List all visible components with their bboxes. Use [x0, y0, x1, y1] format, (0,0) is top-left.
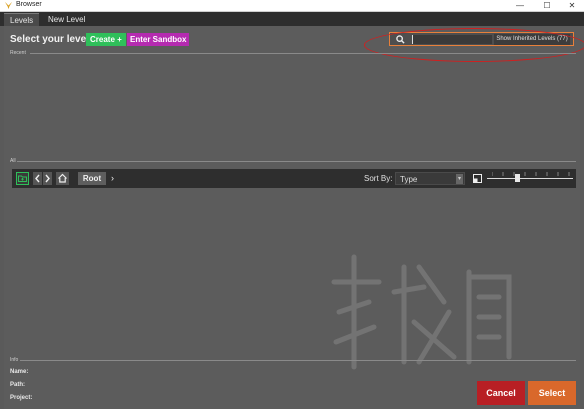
- info-name-label: Name:: [10, 369, 29, 375]
- sort-by-label: Sort By:: [364, 174, 393, 183]
- slider-ticks: [492, 172, 570, 176]
- minimize-button[interactable]: —: [508, 0, 532, 12]
- maximize-button[interactable]: ☐: [535, 0, 559, 12]
- all-divider: [17, 161, 576, 162]
- enter-sandbox-button[interactable]: Enter Sandbox: [127, 33, 190, 46]
- chevron-left-icon: [35, 174, 40, 183]
- browser-toolbar: Root › Sort By: Type ▾: [12, 169, 576, 188]
- watermark-logo: [331, 254, 512, 370]
- sort-by-value: Type: [400, 175, 418, 184]
- back-button[interactable]: [33, 172, 42, 185]
- chevron-down-icon: ▾: [456, 174, 463, 184]
- app-icon: [4, 1, 13, 10]
- window-titlebar: Browser — ☐ ✕: [0, 0, 584, 12]
- info-path-label: Path:: [10, 382, 25, 388]
- thumbnail-size-icon: [473, 174, 482, 183]
- window-title: Browser: [16, 1, 42, 8]
- forward-button[interactable]: [43, 172, 52, 185]
- recent-levels-area[interactable]: [12, 56, 576, 156]
- info-divider: [20, 360, 576, 361]
- create-button[interactable]: Create +: [86, 33, 126, 46]
- root-breadcrumb[interactable]: Root: [78, 172, 106, 185]
- select-button[interactable]: Select: [528, 381, 576, 405]
- tab-new-level[interactable]: New Level: [42, 13, 91, 26]
- home-button[interactable]: [56, 172, 69, 185]
- cancel-button[interactable]: Cancel: [477, 381, 525, 405]
- recent-divider: [30, 53, 576, 54]
- folder-button[interactable]: [16, 172, 29, 185]
- home-icon: [58, 173, 67, 183]
- folder-icon: [18, 175, 27, 182]
- all-section-label: All: [10, 158, 16, 164]
- page-title: Select your level: [10, 34, 89, 45]
- tab-levels[interactable]: Levels: [4, 13, 40, 26]
- tab-bar: Levels New Level: [0, 12, 584, 26]
- level-browser-panel: Select your level Create + Enter Sandbox…: [4, 26, 584, 409]
- info-project-label: Project:: [10, 395, 33, 401]
- thumbnail-size-slider[interactable]: [487, 178, 573, 179]
- close-button[interactable]: ✕: [560, 0, 584, 12]
- sort-by-select[interactable]: Type ▾: [395, 172, 465, 185]
- breadcrumb-chevron-icon[interactable]: ›: [111, 173, 114, 183]
- slider-thumb[interactable]: [514, 174, 520, 182]
- chevron-right-icon: [45, 174, 50, 183]
- info-section-label: Info: [10, 357, 19, 363]
